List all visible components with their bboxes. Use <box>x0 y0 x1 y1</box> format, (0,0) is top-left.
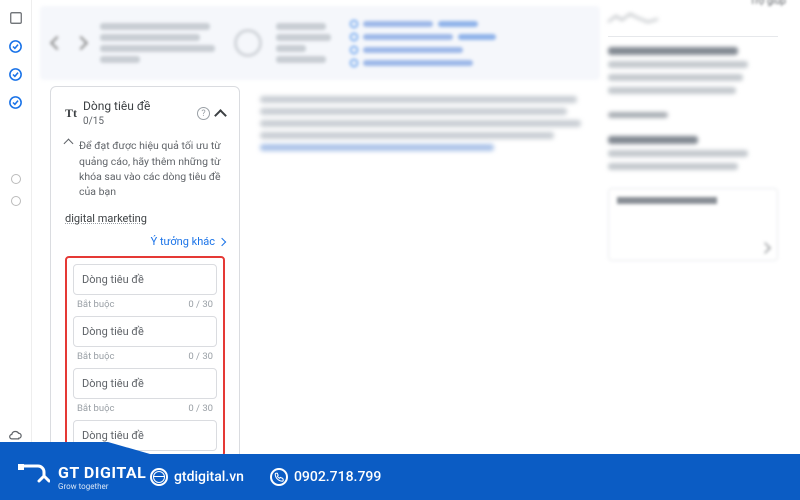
panel-title: Dòng tiêu đề 0/15 <box>83 99 191 128</box>
ad-group-card[interactable] <box>608 188 778 261</box>
headline-field[interactable] <box>73 316 217 347</box>
help-link[interactable]: Trợ giúp <box>750 0 786 7</box>
brand-logo: GT DIGITAL Grow together <box>16 462 146 492</box>
progress-donut-icon <box>234 29 262 57</box>
sparkline-icon <box>608 10 778 28</box>
required-label: Bắt buộc <box>77 351 115 362</box>
website-link[interactable]: gtdigital.vn <box>150 468 244 486</box>
globe-icon <box>150 468 168 486</box>
chevron-up-icon[interactable] <box>214 109 227 122</box>
preview-area <box>250 86 600 466</box>
ad-strength-card <box>40 6 600 80</box>
chevron-left-icon[interactable] <box>50 36 64 50</box>
brand-footer: gtdigital.vn 0902.718.799 GT DIGITAL Gro… <box>0 442 800 500</box>
more-ideas-link[interactable]: Ý tưởng khác <box>65 235 225 248</box>
left-rail <box>0 0 32 442</box>
chevron-up-icon <box>64 139 74 149</box>
headline-inputs-highlight: Bắt buộc 0 / 30 Bắt buộc 0 / 30 Bắt buộc 0 … <box>65 256 225 457</box>
required-label: Bắt buộc <box>77 403 115 414</box>
overview-icon[interactable] <box>8 10 24 26</box>
headline-field[interactable] <box>73 368 217 399</box>
step-dot-icon[interactable] <box>11 196 21 206</box>
panel-description: Để đạt được hiệu quả tối ưu từ quảng cáo… <box>65 138 225 199</box>
headline-field[interactable] <box>73 264 217 295</box>
required-label: Bắt buộc <box>77 299 115 310</box>
step-dot-icon[interactable] <box>11 174 21 184</box>
char-count: 0 / 30 <box>188 351 213 362</box>
char-count: 0 / 30 <box>188 299 213 310</box>
char-count: 0 / 30 <box>188 403 213 414</box>
phone-link[interactable]: 0902.718.799 <box>270 468 381 486</box>
check-icon[interactable] <box>8 38 24 54</box>
text-icon: Tt <box>65 106 77 121</box>
check-icon[interactable] <box>8 94 24 110</box>
chevron-right-icon[interactable] <box>74 36 88 50</box>
right-sidebar <box>608 6 778 442</box>
help-icon[interactable]: ? <box>197 107 210 120</box>
chevron-right-icon <box>218 238 226 246</box>
headlines-panel: Tt Dòng tiêu đề 0/15 ? Để đạt được hiệu … <box>50 86 240 466</box>
suggested-keyword[interactable]: digital marketing <box>65 212 147 225</box>
cloud-icon[interactable] <box>8 426 24 442</box>
check-icon[interactable] <box>8 66 24 82</box>
phone-icon <box>270 468 288 486</box>
